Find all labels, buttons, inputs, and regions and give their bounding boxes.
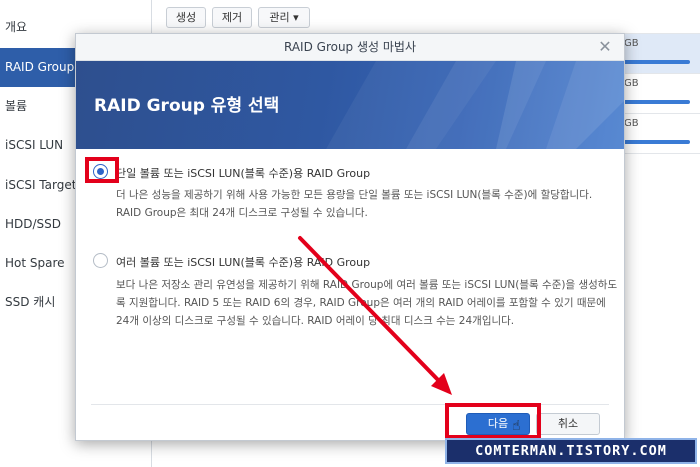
annotation-arrow [298, 236, 452, 395]
watermark-badge: COMTERMAN.TISTORY.COM [445, 438, 697, 464]
hand-cursor-icon: ☝ [512, 418, 521, 434]
